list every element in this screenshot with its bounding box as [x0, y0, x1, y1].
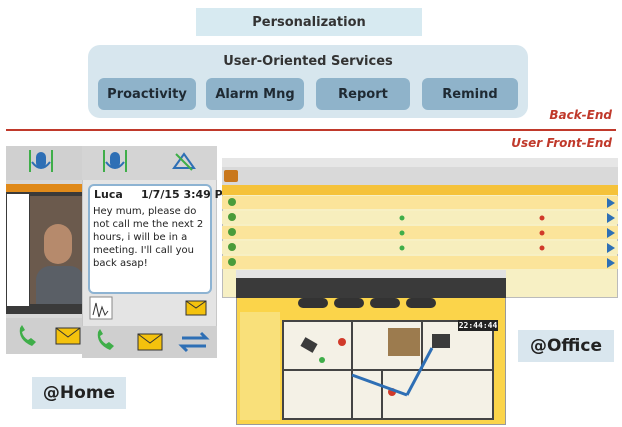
front-end-label: User Front-End: [511, 136, 612, 150]
phone-call-icon[interactable]: [19, 325, 36, 346]
service-proactivity: Proactivity: [98, 78, 196, 110]
service-report: Report: [316, 78, 410, 110]
office-row-icons: [228, 198, 615, 268]
home-label: @Home: [32, 377, 126, 409]
floorplan-titlebar: [236, 270, 506, 278]
office-toolbar: [222, 167, 618, 185]
hangup-icon[interactable]: [172, 152, 196, 171]
message-text: Hey mum, please do not call me the next …: [93, 206, 204, 269]
contact-list: [7, 194, 29, 306]
message-sender: Luca: [94, 188, 123, 201]
toolbar-button[interactable]: [298, 298, 328, 308]
user-oriented-services-title: User-Oriented Services: [223, 54, 393, 69]
divider-line: [6, 129, 616, 131]
message-datetime: 1/7/15 3:49 PM: [141, 188, 234, 201]
office-label: @Office: [518, 330, 614, 362]
phone2-topbar: [82, 146, 217, 180]
floorplan-clock: 22:44:44: [458, 320, 498, 331]
video-call-header: [6, 184, 86, 192]
audio-wave-icon: [89, 296, 113, 320]
reply-mail-icon[interactable]: [185, 300, 207, 316]
room-furniture: [388, 328, 420, 356]
floorplan-sidebar: [240, 312, 280, 420]
swap-arrows-icon[interactable]: [178, 331, 210, 353]
mail-icon[interactable]: [55, 327, 81, 345]
personalization-box: Personalization: [196, 8, 422, 36]
back-end-label: Back-End: [549, 108, 612, 122]
phone1-topbar: [6, 146, 86, 180]
toolbar-button[interactable]: [406, 298, 436, 308]
floor-plan-drawing: [282, 320, 494, 420]
phone2-bottombar: [82, 326, 217, 358]
toolbar-button[interactable]: [370, 298, 400, 308]
office-titlebar: [222, 158, 618, 167]
toolbar-button[interactable]: [334, 298, 364, 308]
mic-icon: [29, 150, 53, 172]
mail-icon[interactable]: [137, 333, 163, 351]
service-alarm-mng: Alarm Mng: [206, 78, 304, 110]
phone-call-icon[interactable]: [97, 329, 114, 350]
floorplan-toolbar: [236, 278, 506, 298]
message-footer: [89, 296, 207, 320]
caller-body: [36, 266, 84, 304]
mic-icon[interactable]: [103, 150, 127, 172]
service-remind: Remind: [422, 78, 518, 110]
office-table-header: [222, 185, 618, 195]
logo-icon: [224, 170, 238, 182]
caller-face: [44, 224, 72, 264]
phone1-bottombar: [6, 318, 86, 354]
